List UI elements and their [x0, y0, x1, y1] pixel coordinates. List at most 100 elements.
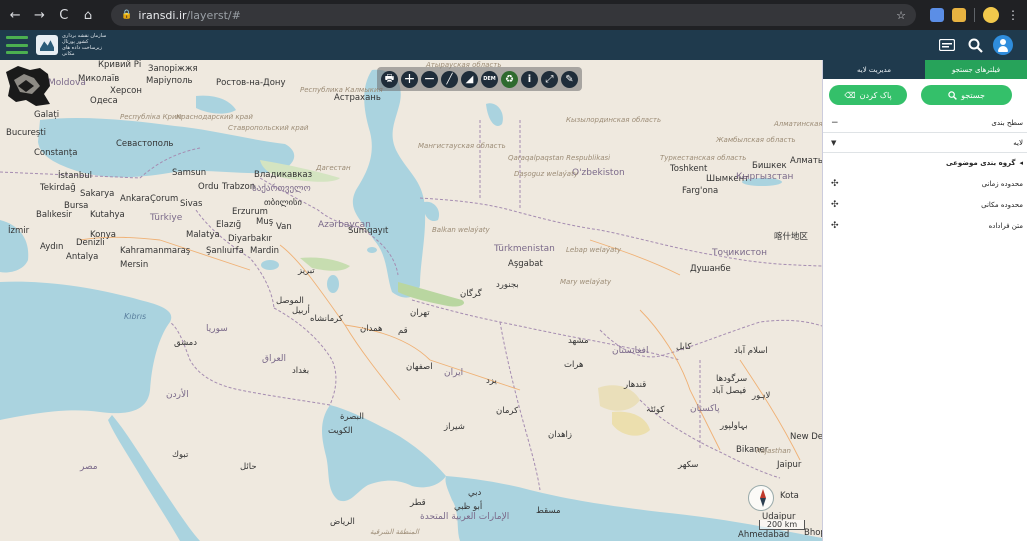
map-label: Республіка Крим: [120, 113, 182, 121]
map-label: Çorum: [150, 194, 179, 204]
extension-icon[interactable]: [929, 8, 944, 22]
info-icon[interactable]: i: [521, 70, 538, 88]
map-label: Kahramanmaraş: [120, 246, 191, 256]
map-canvas[interactable]: Moldova Миколаїв Кривий Рі Запоріжжя Мар…: [0, 60, 822, 541]
map-label: قندهار: [624, 380, 647, 390]
site-logo[interactable]: سازمان نقشه برداری کشور پورتال زیرساخت د…: [36, 33, 110, 57]
collapse-icon[interactable]: −: [831, 118, 841, 128]
map-label: شیراز: [444, 422, 465, 432]
search-button[interactable]: جستجو: [921, 85, 1012, 105]
sidebar-panel: مدیریت لایه فیلترهای جستجو ⌫ پاک کردن جس…: [822, 60, 1027, 541]
map-label: Balkan welaýaty: [432, 226, 490, 234]
map-label: گرگان: [460, 289, 482, 299]
map-label: یزد: [486, 376, 497, 386]
extension-icon[interactable]: [951, 8, 966, 22]
recycle-icon[interactable]: ♻: [501, 70, 518, 88]
home-icon[interactable]: ⌂: [81, 7, 95, 23]
drag-handle-icon[interactable]: ✣: [831, 221, 841, 231]
map-label: حائل: [240, 462, 257, 472]
pencil-icon[interactable]: ✎: [561, 70, 578, 88]
browser-toolbar: ← → C ⌂ 🔒 iransdi.ir/layerst/# ☆ ⋮: [0, 0, 1027, 30]
scale-bar: 200 km: [759, 520, 805, 530]
map-label: Bhopa: [804, 528, 822, 538]
measure-area-icon[interactable]: ◢: [461, 70, 478, 88]
map-label: الرياض: [330, 517, 355, 527]
profile-icon[interactable]: [982, 7, 999, 23]
dem-icon[interactable]: DEM: [481, 70, 498, 88]
map-label: Алматы: [790, 156, 822, 166]
back-arrow-icon[interactable]: ←: [8, 7, 22, 23]
map-label: الموصل: [276, 296, 304, 306]
map-label: پاکستان: [690, 404, 720, 414]
search-icon[interactable]: [965, 35, 985, 55]
map-label: Тоҷикистон: [712, 248, 768, 258]
map-label: أبو ظبي: [454, 502, 483, 512]
map-label: اسلام آباد: [734, 346, 768, 356]
layer-select[interactable]: ▼ لایه: [823, 133, 1027, 153]
zoom-in-icon[interactable]: +: [401, 70, 418, 88]
map-label: Antalya: [66, 252, 99, 262]
clear-button[interactable]: ⌫ پاک کردن: [829, 85, 907, 105]
map-label: البصرة: [340, 412, 365, 422]
metadata-row[interactable]: ✣ متن فراداده: [823, 215, 1027, 236]
fullscreen-icon[interactable]: ⤢: [541, 70, 558, 88]
map-label: کرمانشاه: [310, 314, 343, 324]
map-label: Elazığ: [216, 220, 242, 230]
map-label: مصر: [80, 462, 98, 472]
map-label: Diyarbakır: [228, 234, 273, 244]
map-label: Lebap welaýaty: [566, 246, 622, 254]
spatial-range-row[interactable]: ✣ محدوده مکانی: [823, 194, 1027, 215]
thematic-group-row[interactable]: گروه بندی موضوعی ◂: [823, 153, 1027, 173]
map-label: Türkiye: [150, 213, 183, 223]
map-label: Алматинская область: [774, 120, 822, 128]
hamburger-menu-icon[interactable]: [6, 36, 28, 54]
map-label: سرگودھا: [716, 374, 748, 384]
url-host: iransdi.ir: [138, 8, 187, 22]
reload-icon[interactable]: C: [57, 7, 71, 23]
star-icon[interactable]: ☆: [896, 9, 906, 22]
logo-text: سازمان نقشه برداری کشور پورتال زیرساخت د…: [62, 33, 107, 57]
map-label: افغانستان: [612, 346, 649, 356]
card-icon[interactable]: [937, 35, 957, 55]
map-label: اصفهان: [406, 362, 433, 372]
map-label: Mardin: [250, 246, 280, 256]
drag-handle-icon[interactable]: ✣: [831, 179, 841, 189]
map-label: Malatya: [186, 230, 220, 240]
caret-left-icon: ◂: [1019, 159, 1023, 167]
drag-handle-icon[interactable]: ✣: [831, 200, 841, 210]
map-label: New Del: [790, 432, 822, 442]
row-label: گروه بندی موضوعی: [946, 159, 1016, 167]
measure-line-icon[interactable]: ╱: [441, 70, 458, 88]
time-range-row[interactable]: ✣ محدوده زمانی: [823, 173, 1027, 194]
caret-down-icon[interactable]: ▼: [831, 139, 841, 147]
map-label: Şanlıurfa: [206, 246, 244, 256]
map-label: تهران: [410, 308, 430, 318]
map-label: سوريا: [206, 324, 228, 334]
map-label: Одеса: [90, 96, 118, 106]
tab-layer-management[interactable]: مدیریت لایه: [823, 60, 925, 79]
row-label: لایه: [1013, 138, 1023, 147]
address-bar[interactable]: 🔒 iransdi.ir/layerst/# ☆: [111, 4, 916, 26]
map-label: مسقط: [536, 506, 561, 516]
map-label: İstanbul: [58, 171, 93, 181]
map-label: Миколаїв: [78, 74, 120, 84]
classification-row[interactable]: − سطح بندی: [823, 113, 1027, 133]
map-label: تبریز: [298, 266, 315, 276]
forward-arrow-icon[interactable]: →: [32, 7, 46, 23]
row-label: متن فراداده: [988, 221, 1023, 230]
print-icon[interactable]: 🖶: [381, 70, 398, 88]
map-label: تبوك: [172, 450, 189, 460]
map-label: سکھر: [678, 460, 699, 470]
user-avatar-icon[interactable]: [993, 35, 1013, 55]
map-label: المنطقة الشرقية: [370, 528, 419, 536]
zoom-out-icon[interactable]: −: [421, 70, 438, 88]
clear-button-label: پاک کردن: [859, 90, 892, 100]
map-label: زاهدان: [548, 430, 573, 440]
app-header: سازمان نقشه برداری کشور پورتال زیرساخت د…: [0, 30, 1027, 60]
menu-dots-icon[interactable]: ⋮: [1007, 8, 1019, 22]
map-label: Constanța: [34, 148, 78, 158]
tab-label: فیلترهای جستجو: [951, 65, 1001, 74]
map-label: الإمارات العربية المتحدة: [420, 512, 510, 522]
map-label: საქართველო: [252, 184, 311, 194]
tab-search-filters[interactable]: فیلترهای جستجو: [925, 60, 1027, 79]
